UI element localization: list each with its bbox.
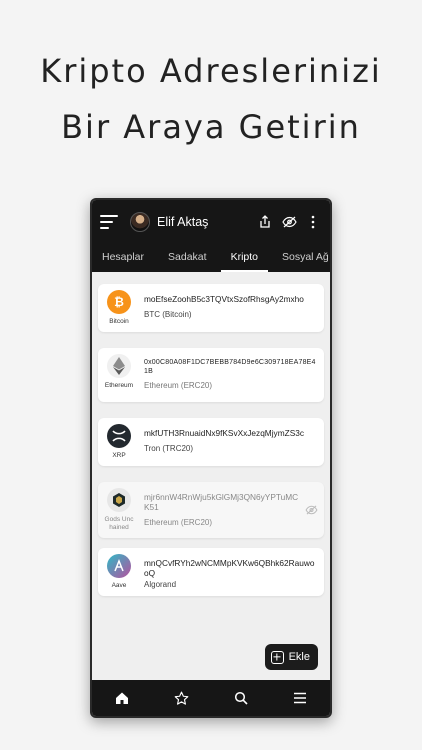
coin-label: Ethereum	[104, 382, 134, 389]
more-vertical-icon[interactable]	[302, 211, 324, 233]
bitcoin-icon: ₿	[107, 290, 131, 314]
app-screen: Elif Aktaş Hesaplar Sadakat Kripto Sosya…	[92, 200, 330, 716]
wallet-card-bitcoin[interactable]: ₿ Bitcoin moEfseZoohB5c3TQVtxSzofRhsgAy2…	[98, 284, 324, 332]
tab-kripto[interactable]: Kripto	[220, 244, 269, 272]
wallet-card-gods-unchained[interactable]: Gods Unchained mjr6nnW4RnWju5kGlGMj3QN6y…	[98, 482, 324, 538]
tab-hesaplar[interactable]: Hesaplar	[92, 244, 144, 272]
aave-icon	[107, 554, 131, 578]
wallet-network: Ethereum (ERC20)	[144, 518, 213, 527]
wallet-card-xrp[interactable]: XRP mkfUTH3RnuaidNx9fKSvXxJezqMjymZS3c T…	[98, 418, 324, 466]
coin-label: Bitcoin	[109, 318, 129, 325]
xrp-icon	[107, 424, 131, 448]
svg-text:₿: ₿	[114, 295, 124, 309]
wallet-network: BTC (Bitcoin)	[144, 310, 192, 319]
tab-bar: Hesaplar Sadakat Kripto Sosyal Ağ	[92, 244, 330, 272]
coin-label: Aave	[111, 582, 127, 589]
home-icon[interactable]	[107, 683, 137, 713]
wallet-address: 0x00C80A08F1DC7BEBB784D9e6C309718EA78E41…	[144, 359, 316, 375]
bottom-nav	[92, 680, 330, 716]
wallet-address: mjr6nnW4RnWju5kGlGMj3QN6yYPTuMCK51	[144, 492, 299, 512]
menu-icon[interactable]	[285, 683, 315, 713]
hidden-eye-off-icon[interactable]	[305, 502, 318, 520]
star-icon[interactable]	[166, 683, 196, 713]
avatar[interactable]	[130, 212, 150, 232]
headline-line-2: Bir Araya Getirin	[61, 108, 361, 146]
ethereum-icon	[107, 354, 131, 378]
coin-label: Gods Unchained	[104, 516, 134, 531]
eye-off-icon[interactable]	[278, 211, 300, 233]
drawer-menu-icon[interactable]	[100, 215, 118, 229]
wallet-card-aave[interactable]: Aave mnQCvfRYh2wNCMMpKVKw6QBhk62RauwooQ …	[98, 548, 324, 596]
tab-sadakat[interactable]: Sadakat	[158, 244, 207, 272]
gods-unchained-icon	[107, 488, 131, 512]
user-name: Elif Aktaş	[157, 215, 209, 229]
wallet-address: mkfUTH3RnuaidNx9fKSvXxJezqMjymZS3c	[144, 428, 304, 438]
share-icon[interactable]	[254, 211, 276, 233]
phone-frame: Elif Aktaş Hesaplar Sadakat Kripto Sosya…	[90, 198, 332, 718]
plus-icon	[270, 650, 284, 664]
wallet-address: mnQCvfRYh2wNCMMpKVKw6QBhk62RauwooQ	[144, 558, 315, 578]
add-button[interactable]: Ekle	[264, 644, 318, 670]
tab-sosyal-ag[interactable]: Sosyal Ağ	[272, 244, 329, 272]
wallet-card-ethereum[interactable]: Ethereum 0x00C80A08F1DC7BEBB784D9e6C3097…	[98, 348, 324, 402]
wallet-address: moEfseZoohB5c3TQVtxSzofRhsgAy2mxho	[144, 294, 304, 304]
wallet-network: Tron (TRC20)	[144, 444, 194, 453]
wallet-network: Algorand	[144, 580, 177, 589]
wallet-network: Ethereum (ERC20)	[144, 381, 213, 390]
headline-line-1: Kripto Adreslerinizi	[40, 52, 382, 90]
coin-label: XRP	[112, 452, 126, 459]
top-bar: Elif Aktaş	[92, 200, 330, 244]
wallet-list: ₿ Bitcoin moEfseZoohB5c3TQVtxSzofRhsgAy2…	[92, 272, 330, 680]
search-icon[interactable]	[226, 683, 256, 713]
add-button-label: Ekle	[288, 651, 310, 663]
